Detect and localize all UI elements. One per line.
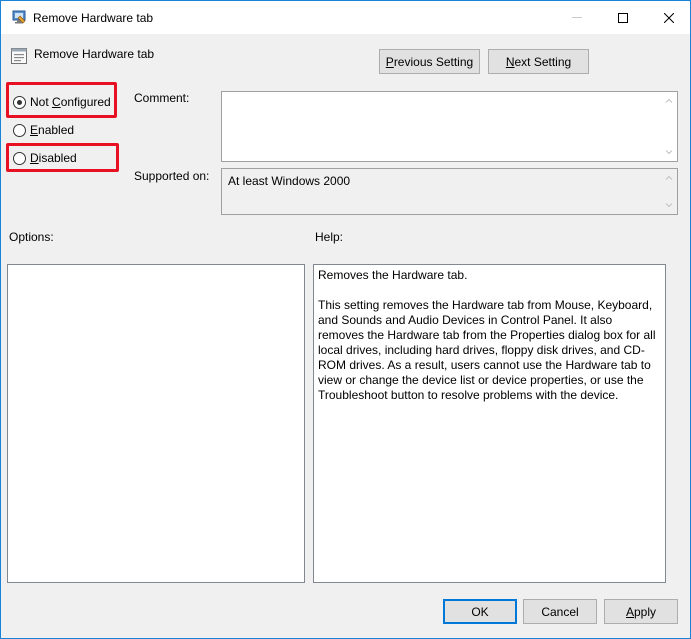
policy-setting-icon [10, 47, 28, 65]
highlight-disabled [6, 143, 119, 172]
supported-on-value: At least Windows 2000 [228, 174, 351, 188]
apply-button[interactable]: Apply [604, 599, 678, 624]
scroll-down-icon [665, 150, 673, 155]
next-setting-button[interactable]: Next Setting [488, 49, 589, 74]
help-label: Help: [315, 230, 344, 244]
supported-on-scrollbar[interactable] [661, 169, 677, 214]
title-bar[interactable]: Remove Hardware tab [1, 1, 690, 34]
help-icon[interactable] [554, 1, 600, 34]
previous-setting-button[interactable]: Previous Setting [379, 49, 480, 74]
close-icon[interactable] [646, 1, 691, 34]
comment-scrollbar[interactable] [661, 92, 677, 161]
scroll-up-icon [665, 98, 673, 103]
comment-textbox[interactable] [221, 91, 678, 162]
supported-on-box: At least Windows 2000 [221, 168, 678, 215]
help-paragraph-detail: This setting removes the Hardware tab fr… [318, 298, 656, 402]
highlight-not-configured [6, 82, 117, 118]
help-panel[interactable]: Removes the Hardware tab. This setting r… [313, 264, 666, 583]
cancel-button[interactable]: Cancel [523, 599, 597, 624]
supported-on-label: Supported on: [134, 169, 210, 183]
help-paragraph-summary: Removes the Hardware tab. [318, 268, 468, 282]
policy-name: Remove Hardware tab [34, 47, 155, 61]
options-panel[interactable] [7, 264, 305, 583]
scroll-up-icon [665, 175, 673, 180]
scroll-down-icon [665, 203, 673, 208]
radio-enabled-label: Enabled [30, 123, 75, 137]
policy-window-icon [11, 9, 27, 25]
options-label: Options: [9, 230, 54, 244]
radio-enabled-indicator[interactable] [13, 123, 26, 137]
maximize-icon[interactable] [600, 1, 646, 34]
radio-enabled[interactable]: Enabled [13, 122, 74, 138]
window-title: Remove Hardware tab [33, 11, 154, 25]
ok-button[interactable]: OK [443, 599, 517, 624]
policy-dialog-window: Remove Hardware tab Remove Hardware tab … [0, 0, 691, 639]
help-text: Removes the Hardware tab. This setting r… [318, 268, 658, 403]
comment-label: Comment: [134, 91, 190, 105]
